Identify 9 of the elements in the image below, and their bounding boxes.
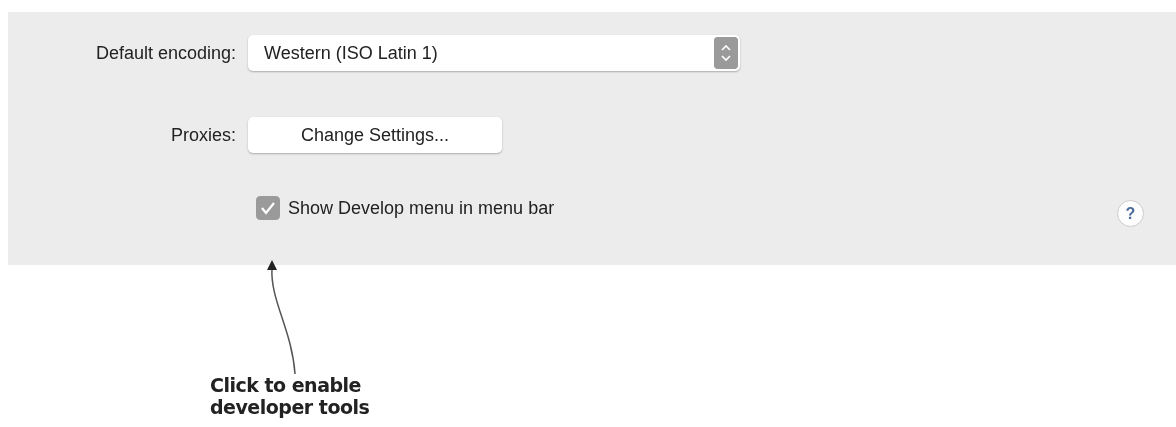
encoding-dropdown[interactable]: Western (ISO Latin 1)	[248, 35, 740, 71]
change-settings-button[interactable]: Change Settings...	[248, 117, 502, 153]
checkbox-label: Show Develop menu in menu bar	[288, 197, 555, 219]
encoding-label: Default encoding:	[94, 42, 237, 64]
stepper-icon	[714, 37, 738, 69]
proxies-label: Proxies:	[169, 124, 237, 146]
checkbox[interactable]	[256, 196, 280, 220]
help-button[interactable]: ?	[1117, 200, 1144, 227]
annotation-text: Click to enable developer tools	[210, 374, 371, 419]
